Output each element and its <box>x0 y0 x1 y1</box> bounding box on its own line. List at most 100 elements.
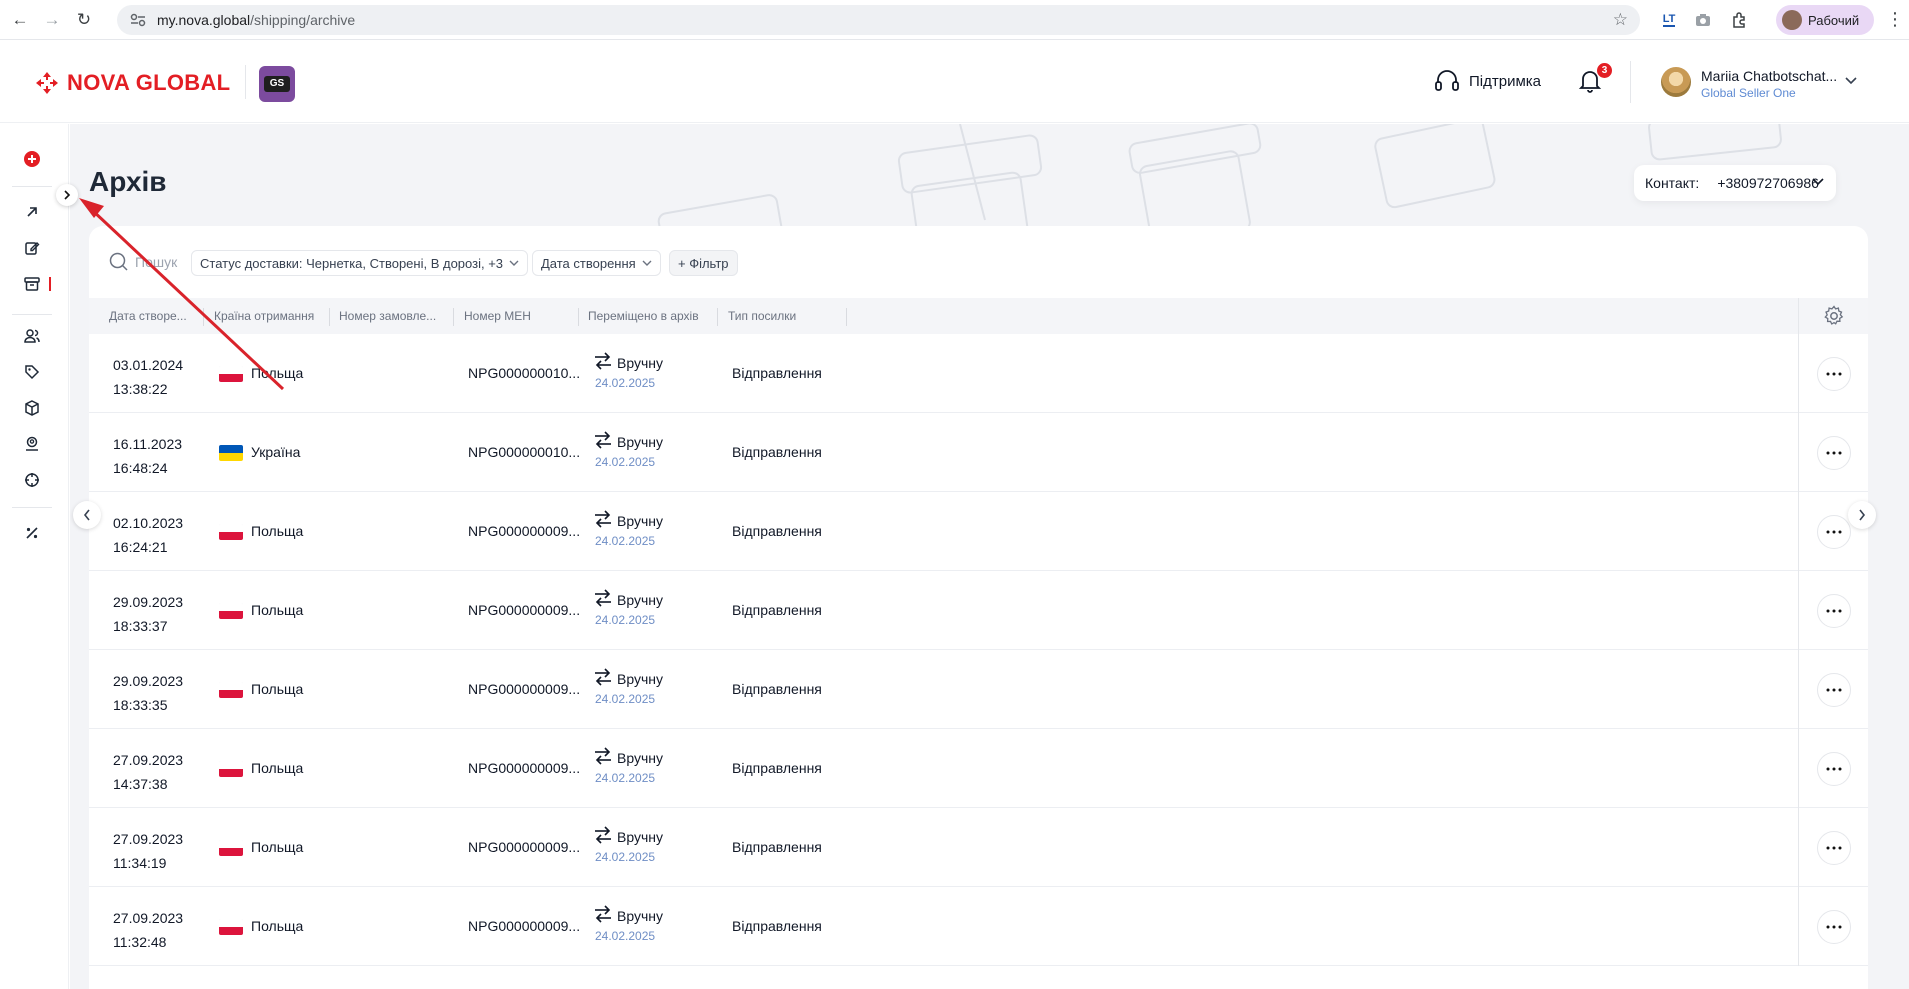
table-row[interactable]: 27.09.2023 11:34:19 Польща NPG000000009.… <box>89 808 1868 887</box>
row-more-actions-button[interactable] <box>1816 909 1851 944</box>
row-men-number[interactable]: NPG000000009... <box>468 839 580 855</box>
row-moved-date: 24.02.2025 <box>595 376 656 390</box>
search-input[interactable]: Пошук <box>135 254 177 270</box>
support-button[interactable]: Підтримка <box>1434 69 1541 93</box>
column-resizer[interactable] <box>846 308 847 326</box>
flag-stripe-bottom <box>219 611 243 619</box>
row-parcel-type: Відправлення <box>732 760 822 776</box>
support-label: Підтримка <box>1469 72 1542 90</box>
creation-date-filter[interactable]: Дата створення <box>532 250 661 276</box>
row-more-actions-button[interactable] <box>1816 435 1851 470</box>
column-resizer[interactable] <box>203 308 204 326</box>
user-name[interactable]: Mariia Chatbotschat... <box>1701 68 1837 84</box>
reload-icon[interactable]: ↻ <box>70 6 98 34</box>
location-user-icon[interactable] <box>22 434 42 454</box>
row-country: Україна <box>251 444 301 460</box>
chevron-down-icon <box>642 258 652 269</box>
transfer-arrows-icon <box>593 589 613 612</box>
target-crosshair-icon[interactable] <box>22 470 42 490</box>
row-moved-date: 24.02.2025 <box>595 771 656 785</box>
row-more-actions-button[interactable] <box>1816 593 1851 628</box>
row-men-number[interactable]: NPG000000009... <box>468 681 580 697</box>
row-time: 14:37:38 <box>113 776 168 792</box>
column-header-moved-to-archive[interactable]: Переміщено в архів <box>588 309 699 323</box>
row-men-number[interactable]: NPG000000010... <box>468 365 580 381</box>
column-header-parcel-type[interactable]: Тип посилки <box>728 309 796 323</box>
archive-box-icon[interactable] <box>22 274 42 294</box>
row-moved-method: Вручну <box>617 513 663 529</box>
row-time: 16:24:21 <box>113 539 168 555</box>
gs-app-badge[interactable]: GS <box>259 66 295 102</box>
extension-lt-icon[interactable]: LT <box>1657 8 1681 32</box>
parcel-box-icon[interactable] <box>22 398 42 418</box>
table-settings-button[interactable] <box>1798 298 1868 334</box>
row-moved-method: Вручну <box>617 829 663 845</box>
bookmark-star-icon[interactable]: ☆ <box>1613 10 1628 30</box>
row-more-actions-button[interactable] <box>1816 830 1851 865</box>
delivery-status-filter[interactable]: Статус доставки: Чернетка, Створені, В д… <box>191 250 529 276</box>
back-arrow-icon[interactable]: ← <box>6 6 34 34</box>
table-header: Дата створе... Країна отримання Номер за… <box>89 298 1868 334</box>
row-men-number[interactable]: NPG000000010... <box>468 444 580 460</box>
nova-logo-mark-icon <box>35 71 59 95</box>
percent-icon[interactable] <box>22 523 42 543</box>
column-header-men-number[interactable]: Номер МЕН <box>464 309 531 323</box>
column-header-order-number[interactable]: Номер замовле... <box>339 309 436 323</box>
edit-pencil-icon[interactable] <box>22 238 42 258</box>
archive-table-card: Пошук Статус доставки: Чернетка, Створен… <box>89 226 1868 989</box>
table-row[interactable]: 27.09.2023 14:37:38 Польща NPG000000009.… <box>89 729 1868 808</box>
row-more-actions-button[interactable] <box>1816 356 1851 391</box>
column-resizer[interactable] <box>453 308 454 326</box>
user-avatar[interactable] <box>1661 67 1691 97</box>
table-row[interactable]: 16.11.2023 16:48:24 Україна NPG000000010… <box>89 413 1868 492</box>
column-resizer[interactable] <box>329 308 330 326</box>
users-icon[interactable] <box>22 326 42 346</box>
row-more-actions-button[interactable] <box>1816 751 1851 786</box>
table-row[interactable]: 29.09.2023 18:33:35 Польща NPG000000009.… <box>89 650 1868 729</box>
row-men-number[interactable]: NPG000000009... <box>468 760 580 776</box>
flag-stripe-top <box>219 603 243 611</box>
sidebar <box>0 124 69 989</box>
table-row[interactable]: 27.09.2023 11:32:48 Польща NPG000000009.… <box>89 887 1868 966</box>
create-plus-icon[interactable] <box>22 149 42 169</box>
contact-chevron-down-icon[interactable] <box>1812 175 1824 189</box>
column-header-country[interactable]: Країна отримання <box>214 309 314 323</box>
row-date: 27.09.2023 <box>113 752 184 768</box>
extensions-puzzle-icon[interactable] <box>1727 8 1751 32</box>
screenshot-camera-icon[interactable] <box>1691 8 1715 32</box>
row-men-number[interactable]: NPG000000009... <box>468 523 580 539</box>
gs-badge-text: GS <box>264 76 290 92</box>
address-bar[interactable]: my.nova.global/shipping/archive ☆ <box>117 5 1640 35</box>
site-settings-icon[interactable] <box>129 11 147 29</box>
nova-global-logo[interactable]: NOVA GLOBAL <box>35 70 230 96</box>
column-resizer[interactable] <box>578 308 579 326</box>
row-men-number[interactable]: NPG000000009... <box>468 918 580 934</box>
column-header-created[interactable]: Дата створе... <box>109 309 187 323</box>
search-field[interactable]: Пошук <box>109 252 177 272</box>
row-date: 27.09.2023 <box>113 831 184 847</box>
transfer-arrows-icon <box>593 668 613 691</box>
tag-icon[interactable] <box>22 362 42 382</box>
row-more-actions-button[interactable] <box>1816 514 1851 549</box>
table-row[interactable]: 02.10.2023 16:24:21 Польща NPG000000009.… <box>89 492 1868 571</box>
outgoing-arrow-icon[interactable] <box>22 202 42 222</box>
profile-avatar <box>1782 10 1802 30</box>
scroll-right-chevron-icon[interactable] <box>1848 501 1876 529</box>
user-menu-chevron-icon[interactable] <box>1845 74 1857 88</box>
row-more-actions-button[interactable] <box>1816 672 1851 707</box>
add-filter-button[interactable]: + Фільтр <box>669 250 738 276</box>
forward-arrow-icon[interactable]: → <box>38 6 66 34</box>
profile-button[interactable]: Рабочий <box>1776 5 1874 35</box>
row-country: Польща <box>251 918 304 934</box>
row-parcel-type: Відправлення <box>732 365 822 381</box>
flag-stripe-bottom <box>219 927 243 935</box>
sidebar-expand-chevron-icon[interactable] <box>56 184 78 206</box>
row-men-number[interactable]: NPG000000009... <box>468 602 580 618</box>
scroll-left-chevron-icon[interactable] <box>73 501 101 529</box>
contact-selector[interactable]: Контакт: +380972706986 <box>1634 165 1836 201</box>
row-created-datetime: 02.10.2023 16:24:21 <box>113 511 183 559</box>
table-row[interactable]: 03.01.2024 13:38:22 Польща NPG000000010.… <box>89 334 1868 413</box>
table-row[interactable]: 29.09.2023 18:33:37 Польща NPG000000009.… <box>89 571 1868 650</box>
browser-menu-icon[interactable]: ⋮ <box>1886 9 1904 30</box>
column-resizer[interactable] <box>717 308 718 326</box>
